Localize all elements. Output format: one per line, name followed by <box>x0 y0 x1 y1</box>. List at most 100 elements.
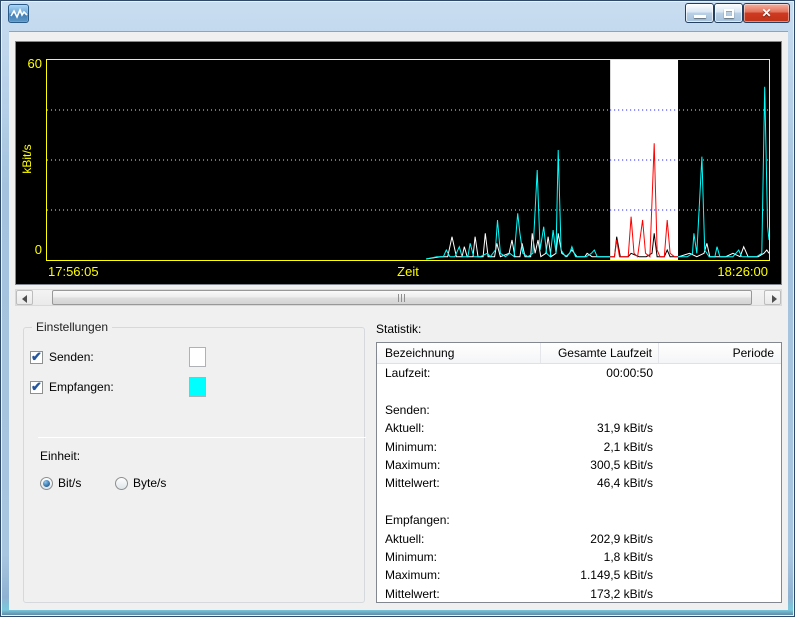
minimize-icon <box>694 15 706 18</box>
table-row[interactable]: Mittelwert:173,2 kBit/s <box>377 585 781 603</box>
stat-cell <box>377 382 541 400</box>
header-cell-gesamte-laufzeit[interactable]: Gesamte Laufzeit <box>541 343 659 363</box>
stat-cell: 300,5 kBit/s <box>541 456 659 474</box>
table-row[interactable]: Aktuell:31,9 kBit/s <box>377 419 781 437</box>
scrollbar-grip-icon <box>398 294 406 302</box>
table-row[interactable]: Aktuell:202,9 kBit/s <box>377 530 781 548</box>
stat-cell <box>659 566 780 584</box>
table-row[interactable]: Maximum:1.149,5 kBit/s <box>377 566 781 584</box>
table-row[interactable]: Maximum:300,5 kBit/s <box>377 456 781 474</box>
stat-cell <box>659 401 780 419</box>
stat-cell: 00:00:50 <box>541 364 659 382</box>
statistics-label: Statistik: <box>376 322 421 336</box>
stat-cell <box>659 585 780 603</box>
header-cell-periode[interactable]: Periode <box>659 343 780 363</box>
maximize-icon <box>724 9 734 18</box>
table-row[interactable]: Senden: <box>377 401 781 419</box>
stat-cell: Minimum: <box>377 438 541 456</box>
stat-cell <box>541 493 659 511</box>
stat-cell <box>541 382 659 400</box>
statistics-table: Bezeichnung Gesamte Laufzeit Periode Lau… <box>376 342 782 603</box>
client-area: 60 0 kBit/s 17:56:05 Zeit 18:26:00 Einst… <box>9 31 788 610</box>
table-row[interactable]: Laufzeit:00:00:50 <box>377 364 781 382</box>
statistics-table-header: Bezeichnung Gesamte Laufzeit Periode <box>377 343 781 364</box>
stat-cell: 202,9 kBit/s <box>541 530 659 548</box>
bytes-radio[interactable] <box>115 477 128 490</box>
bytes-radio-label: Byte/s <box>133 476 166 490</box>
stat-cell: 1,8 kBit/s <box>541 548 659 566</box>
stat-cell <box>659 419 780 437</box>
senden-checkbox-label: Senden: <box>49 350 94 364</box>
title-bar[interactable]: ✕ <box>1 1 794 31</box>
stat-cell: 46,4 kBit/s <box>541 474 659 492</box>
minimize-button[interactable] <box>685 3 714 23</box>
stat-cell: Laufzeit: <box>377 364 541 382</box>
stat-cell <box>541 401 659 419</box>
table-row[interactable]: Mittelwert:46,4 kBit/s <box>377 474 781 492</box>
maximize-button[interactable] <box>714 3 743 23</box>
stat-cell: Mittelwert: <box>377 585 541 603</box>
stat-cell <box>659 530 780 548</box>
stats-table-body: Laufzeit:00:00:50Senden:Aktuell:31,9 kBi… <box>377 364 781 603</box>
stat-cell: Empfangen: <box>377 511 541 529</box>
bits-radio-label: Bit/s <box>58 476 81 490</box>
stat-cell <box>377 493 541 511</box>
chart-x-start-label: 17:56:05 <box>48 264 99 279</box>
stat-cell: Maximum: <box>377 456 541 474</box>
radio-dot-icon <box>43 480 50 487</box>
empfangen-color-swatch[interactable] <box>189 377 206 397</box>
unit-label: Einheit: <box>40 449 80 463</box>
stat-cell: Mittelwert: <box>377 474 541 492</box>
stat-cell <box>659 364 780 382</box>
table-row[interactable]: Minimum:2,1 kBit/s <box>377 438 781 456</box>
chart-series-svg <box>47 60 769 260</box>
close-icon: ✕ <box>744 6 789 20</box>
checkmark-icon: ✔ <box>31 349 42 365</box>
waveform-app-icon[interactable] <box>8 4 29 23</box>
scrollbar-left-button[interactable] <box>16 290 33 305</box>
stat-cell: 1.149,5 kBit/s <box>541 566 659 584</box>
stat-cell <box>659 474 780 492</box>
right-arrow-icon <box>772 295 777 303</box>
stat-cell <box>659 511 780 529</box>
empfangen-checkbox[interactable]: ✔ <box>30 381 43 394</box>
bandwidth-chart-panel: 60 0 kBit/s 17:56:05 Zeit 18:26:00 <box>15 41 782 285</box>
table-row[interactable]: Minimum:1,8 kBit/s <box>377 548 781 566</box>
settings-groupbox-label: Einstellungen <box>32 320 112 334</box>
settings-groupbox: Einstellungen ✔ Senden: ✔ Empfangen: Ein… <box>23 327 365 603</box>
senden-color-swatch[interactable] <box>189 347 206 367</box>
app-window: ✕ 60 0 kBit/s 17:56:05 Zeit 18:26:00 Ein… <box>0 0 795 617</box>
scrollbar-right-button[interactable] <box>764 290 781 305</box>
stat-cell: Senden: <box>377 401 541 419</box>
chart-y-max-label: 60 <box>16 56 42 71</box>
chart-y-min-label: 0 <box>16 242 42 257</box>
stat-cell <box>659 382 780 400</box>
stat-cell <box>659 548 780 566</box>
chart-horizontal-scrollbar[interactable] <box>15 289 782 306</box>
stat-cell <box>659 438 780 456</box>
bits-radio[interactable] <box>40 477 53 490</box>
stat-cell: Aktuell: <box>377 530 541 548</box>
checkmark-icon: ✔ <box>31 379 42 395</box>
stat-cell: 31,9 kBit/s <box>541 419 659 437</box>
scrollbar-thumb[interactable] <box>52 290 752 305</box>
table-row[interactable] <box>377 382 781 400</box>
stat-cell <box>659 456 780 474</box>
chart-y-axis-title: kBit/s <box>20 137 34 181</box>
stat-cell: 2,1 kBit/s <box>541 438 659 456</box>
stat-cell <box>541 511 659 529</box>
stat-cell <box>659 493 780 511</box>
chart-x-axis-title: Zeit <box>308 264 508 279</box>
stat-cell: Aktuell: <box>377 419 541 437</box>
senden-checkbox[interactable]: ✔ <box>30 351 43 364</box>
close-button[interactable]: ✕ <box>743 3 790 23</box>
chart-plot-area[interactable] <box>46 59 770 261</box>
header-cell-bezeichnung[interactable]: Bezeichnung <box>377 343 541 363</box>
chart-x-end-label: 18:26:00 <box>717 264 768 279</box>
stat-cell: 173,2 kBit/s <box>541 585 659 603</box>
stat-cell: Minimum: <box>377 548 541 566</box>
table-row[interactable]: Empfangen: <box>377 511 781 529</box>
settings-separator <box>38 437 366 438</box>
stat-cell: Maximum: <box>377 566 541 584</box>
table-row[interactable] <box>377 493 781 511</box>
